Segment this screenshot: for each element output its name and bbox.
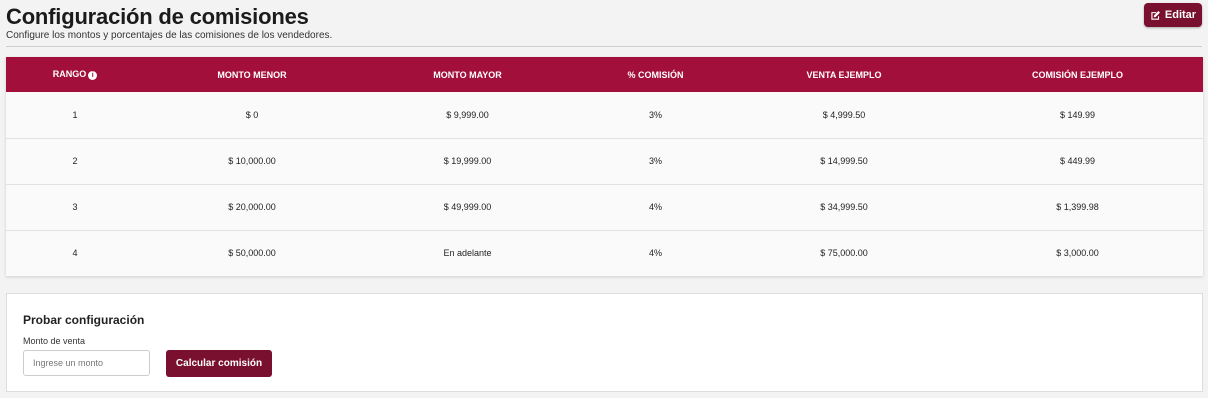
column-header-comision-pct: % COMISIÓN: [627, 69, 684, 80]
cell-comision-ejemplo: $ 1,399.98: [1056, 202, 1099, 212]
cell-rango: 3: [72, 202, 78, 212]
cell-monto-menor: $ 50,000.00: [228, 248, 276, 259]
page-header: Configuración de comisiones Configure lo…: [6, 3, 1202, 47]
commission-table-card: RANGO i MONTO MENOR MONTO MAYOR % COMISIÓ…: [6, 57, 1203, 276]
cell-venta-ejemplo: $ 34,999.50: [820, 202, 868, 212]
cell-rango: 2: [72, 156, 78, 166]
column-header-comision-ejemplo: COMISIÓN EJEMPLO: [1031, 69, 1123, 80]
table-row: 3 $ 20,000.00 $ 49,999.00 4% $ 34,999.50…: [6, 184, 1203, 230]
cell-monto-menor: $ 20,000.00: [228, 202, 276, 212]
cell-comision-ejemplo: $ 449.99: [1059, 156, 1096, 166]
commission-table: RANGO i MONTO MENOR MONTO MAYOR % COMISIÓ…: [6, 57, 1203, 276]
cell-monto-mayor: $ 49,999.00: [443, 202, 492, 212]
cell-comision-pct: 3%: [648, 156, 662, 166]
cell-monto-mayor: En adelante: [443, 248, 492, 259]
column-header-rango: RANGO i: [6, 57, 144, 92]
table-row: 4 $ 50,000.00 En adelante 4% $ 75,000.00…: [6, 230, 1203, 276]
edit-button-label: Editar: [1164, 9, 1197, 21]
cell-monto-mayor: $ 9,999.00: [446, 109, 489, 120]
edit-icon: [1151, 10, 1160, 20]
cell-rango: 1: [72, 109, 78, 120]
page-subtitle: Configure los montos y porcentajes de la…: [6, 30, 333, 41]
cell-comision-ejemplo: $ 149.99: [1059, 109, 1096, 120]
column-header-monto-mayor: MONTO MAYOR: [433, 69, 502, 80]
cell-monto-menor: $ 10,000.00: [228, 156, 276, 166]
cell-venta-ejemplo: $ 4,999.50: [822, 109, 866, 120]
column-header-venta-ejemplo: VENTA EJEMPLO: [806, 69, 882, 80]
test-config-title: Probar configuración: [23, 313, 145, 327]
cell-comision-pct: 4%: [648, 248, 662, 259]
cell-monto-mayor: $ 19,999.00: [443, 156, 492, 166]
edit-button[interactable]: Editar: [1144, 3, 1202, 27]
cell-venta-ejemplo: $ 75,000.00: [820, 248, 868, 259]
cell-comision-ejemplo: $ 3,000.00: [1056, 248, 1099, 259]
column-header-monto-menor: MONTO MENOR: [217, 69, 287, 80]
table-row: 2 $ 10,000.00 $ 19,999.00 3% $ 14,999.50…: [6, 138, 1203, 184]
cell-rango: 4: [72, 248, 78, 259]
cell-venta-ejemplo: $ 14,999.50: [820, 156, 868, 166]
calculate-commission-button[interactable]: Calcular comisión: [166, 350, 272, 377]
cell-comision-pct: 3%: [648, 109, 662, 120]
table-row: 1 $ 0 $ 9,999.00 3% $ 4,999.50 $ 149.99: [6, 92, 1203, 138]
cell-monto-menor: $ 0: [245, 109, 259, 120]
page-title: Configuración de comisiones: [6, 4, 309, 29]
test-config-card: Probar configuración Monto de venta Calc…: [6, 293, 1203, 392]
info-icon[interactable]: i: [88, 70, 98, 80]
table-header-row: RANGO i MONTO MENOR MONTO MAYOR % COMISIÓ…: [6, 57, 1203, 92]
cell-comision-pct: 4%: [648, 202, 662, 212]
amount-input[interactable]: [23, 350, 150, 376]
amount-field-label: Monto de venta: [23, 336, 86, 346]
